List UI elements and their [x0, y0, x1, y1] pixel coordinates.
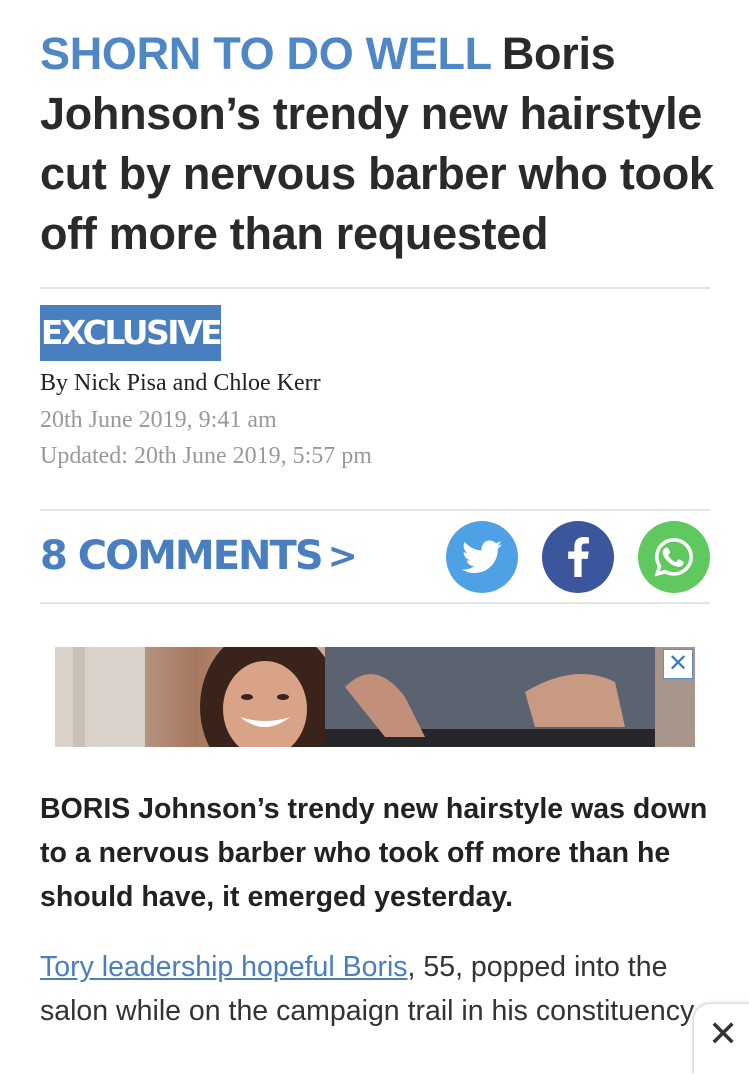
chevron-right-icon: > [327, 535, 358, 577]
facebook-icon [568, 537, 589, 577]
overlay-close-button[interactable]: ✕ [694, 1004, 749, 1074]
article-link[interactable]: Tory leadership hopeful Boris [40, 951, 408, 983]
ad-image [55, 647, 695, 747]
exclusive-badge: EXCLUSIVE [40, 305, 223, 361]
twitter-icon [462, 540, 502, 573]
comments-count-label: 8 COMMENTS [40, 533, 324, 579]
comments-link[interactable]: 8 COMMENTS > [40, 528, 358, 584]
byline: By Nick Pisa and Chloe Kerr [40, 370, 321, 396]
advertisement-banner[interactable]: ✕ [55, 647, 695, 747]
divider [40, 602, 710, 604]
publish-date: 20th June 2019, 9:41 am [40, 407, 277, 433]
headline-kicker: SHORN TO DO WELL [40, 28, 492, 79]
facebook-share-button[interactable] [542, 521, 614, 593]
divider [40, 287, 710, 289]
headline: SHORN TO DO WELL Boris Johnson’s trendy n… [40, 24, 720, 264]
updated-date: Updated: 20th June 2019, 5:57 pm [40, 443, 372, 469]
divider [40, 509, 710, 511]
article-lede: BORIS Johnson’s trendy new hairstyle was… [40, 793, 708, 913]
whatsapp-icon [654, 538, 693, 577]
twitter-share-button[interactable] [446, 521, 518, 593]
whatsapp-share-button[interactable] [638, 521, 710, 593]
close-icon: ✕ [708, 1013, 739, 1054]
article-paragraph: Tory leadership hopeful Boris, 55, poppe… [40, 945, 720, 1033]
ad-close-button[interactable]: ✕ [663, 649, 693, 679]
